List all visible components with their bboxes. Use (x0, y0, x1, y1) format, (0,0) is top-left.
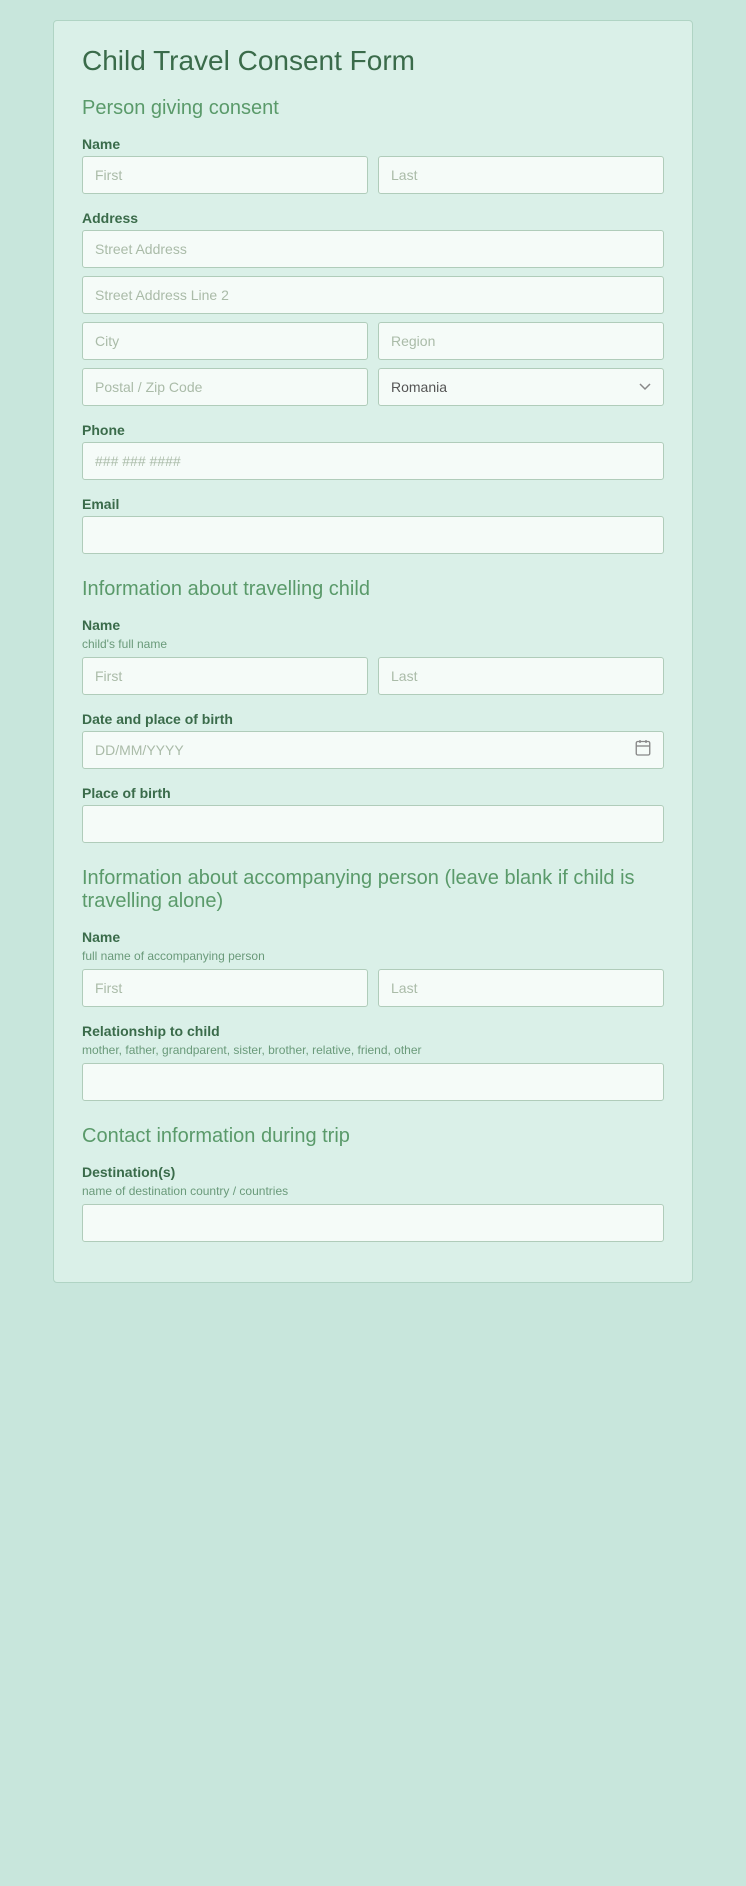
consent-giver-address-label: Address (82, 210, 664, 226)
section-contact-info: Contact information during trip (82, 1125, 664, 1148)
consent-giver-name-label: Name (82, 136, 664, 152)
destinations-sublabel: name of destination country / countries (82, 1184, 664, 1198)
accompanying-name-sublabel: full name of accompanying person (82, 949, 664, 963)
consent-giver-email-label: Email (82, 496, 664, 512)
consent-giver-name-row (82, 156, 664, 194)
child-pob-label: Place of birth (82, 785, 664, 801)
consent-giver-first-name-input[interactable] (82, 156, 368, 194)
destinations-input[interactable] (82, 1204, 664, 1242)
section-child-info-title: Information about travelling child (82, 578, 664, 601)
city-input[interactable] (82, 322, 368, 360)
relationship-sublabel: mother, father, grandparent, sister, bro… (82, 1043, 664, 1057)
accompanying-last-name-input[interactable] (378, 969, 664, 1007)
child-name-row (82, 657, 664, 695)
accompanying-name-group: Name full name of accompanying person (82, 929, 664, 1007)
consent-giver-address-group: Address Romania (82, 210, 664, 406)
child-name-group: Name child's full name (82, 617, 664, 695)
destinations-label: Destination(s) (82, 1164, 664, 1180)
child-dob-group: Date and place of birth (82, 711, 664, 769)
city-region-row (82, 322, 664, 360)
postal-wrapper (82, 368, 368, 406)
region-wrapper (378, 322, 664, 360)
accompanying-last-name-wrapper (378, 969, 664, 1007)
relationship-group: Relationship to child mother, father, gr… (82, 1023, 664, 1101)
destinations-group: Destination(s) name of destination count… (82, 1164, 664, 1242)
email-input[interactable] (82, 516, 664, 554)
consent-giver-first-name-wrapper (82, 156, 368, 194)
consent-giver-phone-label: Phone (82, 422, 664, 438)
accompanying-name-label: Name (82, 929, 664, 945)
form-title: Child Travel Consent Form (82, 45, 664, 77)
country-wrapper: Romania (378, 368, 664, 406)
consent-giver-name-group: Name (82, 136, 664, 194)
child-name-label: Name (82, 617, 664, 633)
relationship-input[interactable] (82, 1063, 664, 1101)
child-name-sublabel: child's full name (82, 637, 664, 651)
section-consent-giver: Person giving consent (82, 97, 664, 120)
postal-country-row: Romania (82, 368, 664, 406)
city-wrapper (82, 322, 368, 360)
child-pob-group: Place of birth (82, 785, 664, 843)
child-last-name-wrapper (378, 657, 664, 695)
accompanying-first-name-wrapper (82, 969, 368, 1007)
accompanying-first-name-input[interactable] (82, 969, 368, 1007)
relationship-label: Relationship to child (82, 1023, 664, 1039)
section-accompanying-person: Information about accompanying person (l… (82, 867, 664, 913)
consent-giver-email-group: Email (82, 496, 664, 554)
street-address-input[interactable] (82, 230, 664, 268)
consent-giver-last-name-input[interactable] (378, 156, 664, 194)
consent-giver-last-name-wrapper (378, 156, 664, 194)
country-select[interactable]: Romania (378, 368, 664, 406)
section-accompanying-title: Information about accompanying person (l… (82, 867, 664, 913)
child-dob-input[interactable] (82, 731, 664, 769)
phone-input[interactable] (82, 442, 664, 480)
region-input[interactable] (378, 322, 664, 360)
section-consent-giver-title: Person giving consent (82, 97, 664, 120)
child-first-name-wrapper (82, 657, 368, 695)
form-container: Child Travel Consent Form Person giving … (53, 20, 693, 1283)
consent-giver-phone-group: Phone (82, 422, 664, 480)
postal-input[interactable] (82, 368, 368, 406)
section-contact-title: Contact information during trip (82, 1125, 664, 1148)
child-last-name-input[interactable] (378, 657, 664, 695)
child-pob-input[interactable] (82, 805, 664, 843)
child-dob-label: Date and place of birth (82, 711, 664, 727)
accompanying-name-row (82, 969, 664, 1007)
child-dob-wrapper (82, 731, 664, 769)
street-address-line2-input[interactable] (82, 276, 664, 314)
child-first-name-input[interactable] (82, 657, 368, 695)
section-child-info: Information about travelling child (82, 578, 664, 601)
